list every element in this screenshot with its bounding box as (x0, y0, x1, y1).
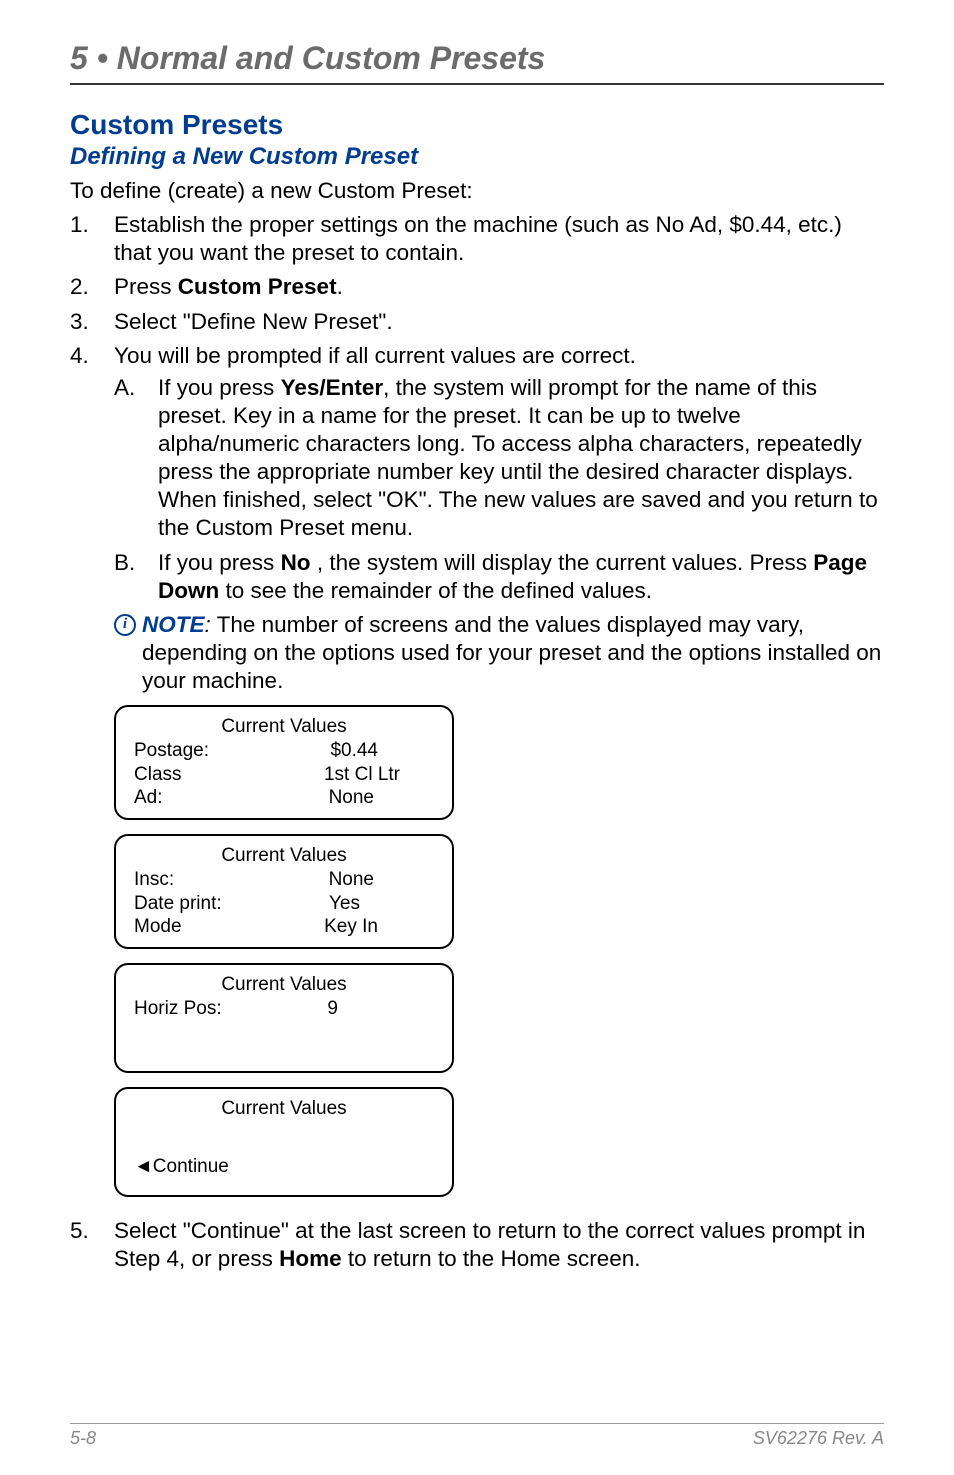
text: If you press (158, 375, 281, 400)
step-content: Select "Define New Preset". (114, 308, 884, 336)
substep-content: If you press No , the system will displa… (158, 549, 884, 605)
step-number: 2. (70, 273, 114, 301)
step-4-intro: You will be prompted if all current valu… (114, 343, 636, 368)
intro-text: To define (create) a new Custom Preset: (70, 177, 884, 205)
info-icon: i (114, 614, 136, 636)
substep-letter: B. (114, 549, 158, 605)
note-block: i NOTE: The number of screens and the va… (114, 611, 884, 695)
steps-list: 1. Establish the proper settings on the … (70, 211, 884, 1273)
bold-text: Yes/Enter (281, 375, 384, 400)
screen-row: Date print: Yes (134, 892, 434, 916)
row-label: Date print: (134, 892, 222, 916)
screen-2: Current Values Insc:None Date print:Yes … (114, 834, 454, 949)
bold-text: Home (279, 1246, 342, 1271)
bold-text: Custom Preset (178, 274, 337, 299)
screen-title: Current Values (134, 715, 434, 739)
screens-container: Current Values Postage: $0.44 Class 1st Cl… (114, 705, 884, 1197)
row-label: Class (134, 763, 182, 787)
note-label: NOTE (142, 612, 205, 637)
bold-text: No (281, 550, 311, 575)
text: If you press (158, 550, 281, 575)
text: , the system will display the current va… (311, 550, 814, 575)
step-5: 5. Select "Continue" at the last screen … (70, 1217, 884, 1273)
subsection-title: Defining a New Custom Preset (70, 143, 884, 171)
screen-1: Current Values Postage: $0.44 Class 1st Cl… (114, 705, 454, 820)
section-title: Custom Presets (70, 109, 884, 141)
screen-3: Current Values Horiz Pos: 9 (114, 963, 454, 1073)
substep-content: If you press Yes/Enter, the system will … (158, 374, 884, 543)
chapter-title: 5 • Normal and Custom Presets (70, 40, 884, 77)
step-content: You will be prompted if all current valu… (114, 342, 884, 1212)
substep-letter: A. (114, 374, 158, 543)
step-4: 4. You will be prompted if all current v… (70, 342, 884, 1212)
step-2: 2. Press Custom Preset. (70, 273, 884, 301)
screen-4: Current Values ◄Continue (114, 1087, 454, 1197)
text: Press (114, 274, 178, 299)
row-label: Mode (134, 915, 182, 939)
row-label: Horiz Pos: (134, 997, 222, 1021)
step-content: Press Custom Preset. (114, 273, 884, 301)
screen-row: Mode Key In (134, 915, 434, 939)
step-number: 1. (70, 211, 114, 267)
row-value: 9 (327, 997, 434, 1021)
row-value: Key In (324, 915, 434, 939)
substep-b: B. If you press No , the system will dis… (114, 549, 884, 605)
continue-option: ◄Continue (134, 1155, 434, 1179)
screen-title: Current Values (134, 1097, 434, 1121)
step-number: 3. (70, 308, 114, 336)
note-content: NOTE: The number of screens and the valu… (142, 611, 884, 695)
page-footer: 5-8 SV62276 Rev. A (70, 1423, 884, 1449)
step-1: 1. Establish the proper settings on the … (70, 211, 884, 267)
row-label: Postage: (134, 739, 209, 763)
text: . (337, 274, 343, 299)
row-value: None (329, 786, 434, 810)
substep-a: A. If you press Yes/Enter, the system wi… (114, 374, 884, 543)
screen-title: Current Values (134, 844, 434, 868)
screen-row: Horiz Pos: 9 (134, 997, 434, 1021)
step-number: 4. (70, 342, 114, 1212)
row-label: Ad: (134, 786, 163, 810)
text: to return to the Home screen. (342, 1246, 641, 1271)
screen-row: Ad: None (134, 786, 434, 810)
step-content: Establish the proper settings on the mac… (114, 211, 884, 267)
screen-row: Class 1st Cl Ltr (134, 763, 434, 787)
step-content: Select "Continue" at the last screen to … (114, 1217, 884, 1273)
row-value: Yes (329, 892, 434, 916)
row-value: $0.44 (330, 739, 434, 763)
divider (70, 83, 884, 85)
substeps-list: A. If you press Yes/Enter, the system wi… (114, 374, 884, 605)
note-text: The number of screens and the values dis… (142, 612, 881, 693)
page-number: 5-8 (70, 1428, 96, 1449)
screen-title: Current Values (134, 973, 434, 997)
doc-revision: SV62276 Rev. A (753, 1428, 884, 1449)
row-label: Insc: (134, 868, 174, 892)
step-3: 3. Select "Define New Preset". (70, 308, 884, 336)
step-number: 5. (70, 1217, 114, 1273)
screen-row: Insc: None (134, 868, 434, 892)
row-value: 1st Cl Ltr (324, 763, 434, 787)
screen-row: Postage: $0.44 (134, 739, 434, 763)
text: to see the remainder of the defined valu… (219, 578, 652, 603)
row-value: None (329, 868, 434, 892)
